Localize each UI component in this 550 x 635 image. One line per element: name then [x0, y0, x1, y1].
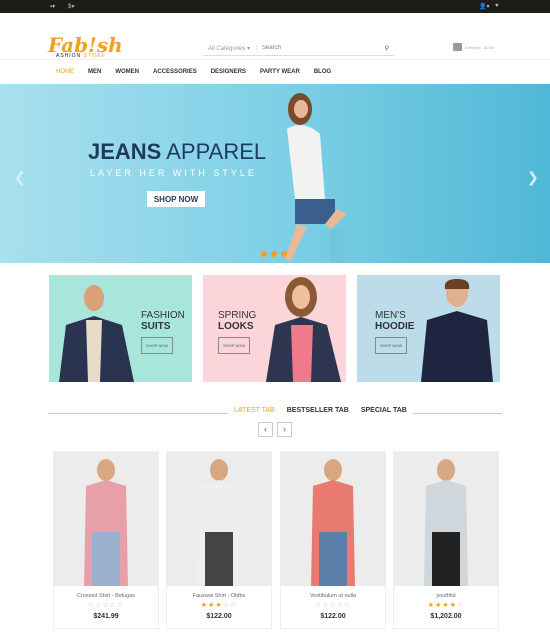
product-image[interactable] — [54, 452, 158, 586]
search-input[interactable] — [257, 45, 385, 51]
banner-mens-hoodie[interactable]: MEN'S HOODIE SHOP NOW — [357, 275, 500, 382]
category-select[interactable]: All Categories ▾ — [203, 44, 257, 52]
nav-designers[interactable]: DESIGNERS — [211, 69, 246, 75]
product-name[interactable]: Crossed Shirt - Belugas — [54, 593, 158, 599]
language-selector[interactable]: ▪▾ — [50, 3, 55, 10]
tab-latest[interactable]: LATEST TAB — [232, 407, 277, 414]
search-bar: All Categories ▾ ⚲ — [203, 41, 395, 56]
next-products-button[interactable]: › — [277, 422, 292, 437]
product-card[interactable]: youthful ★★★★☆ $1,202.00 — [393, 451, 499, 629]
hero-subtitle: LAYER HER WITH STYLE — [90, 168, 257, 178]
prev-products-button[interactable]: ‹ — [258, 422, 273, 437]
banner-fashion-suits[interactable]: FASHION SUITS SHOP NOW — [49, 275, 192, 382]
nav-accessories[interactable]: ACCESSORIES — [153, 69, 197, 75]
hero-title: JEANS APPAREL — [88, 139, 267, 164]
prev-slide-icon[interactable]: ❮ — [14, 169, 26, 186]
banner-image — [421, 279, 493, 382]
nav-blog[interactable]: BLOG — [314, 69, 331, 75]
logo[interactable]: Fab!sh ASHION STORE — [48, 33, 123, 59]
product-price: $122.00 — [206, 613, 232, 620]
hero-model-image — [285, 93, 347, 263]
product-image[interactable] — [394, 452, 498, 586]
banner-image — [59, 285, 134, 382]
product-tabs: LATEST TAB BESTSELLER TAB SPECIAL TAB — [48, 405, 502, 421]
product-name[interactable]: Fauxwai Shirt - Oldbs — [167, 593, 271, 599]
tab-special[interactable]: SPECIAL TAB — [359, 407, 409, 414]
product-rating: ☆☆☆☆☆ — [87, 602, 125, 609]
product-name[interactable]: youthful — [394, 593, 498, 599]
shop-now-button[interactable]: SHOP NOW — [147, 191, 205, 207]
header: Fab!shASHION STORE All Categories ▾ ⚲ 0 … — [0, 13, 550, 60]
shop-now-button[interactable]: SHOP NOW — [141, 337, 174, 354]
nav-party-wear[interactable]: PARTY WEAR — [260, 69, 300, 75]
cart-icon — [453, 43, 462, 51]
product-card[interactable]: Fauxwai Shirt - Oldbs ★★★☆☆ $122.00 — [166, 451, 272, 629]
product-price: $1,202.00 — [430, 613, 462, 620]
product-card[interactable]: Vestibulum ut nulla ☆☆☆☆☆ $122.00 — [280, 451, 386, 629]
search-icon[interactable]: ⚲ — [385, 45, 395, 52]
shop-now-button[interactable]: SHOP NOW — [375, 337, 408, 354]
tab-bestseller[interactable]: BESTSELLER TAB — [285, 407, 351, 414]
hero-slider: ❮ ❯ JEANS APPAREL LAYER HER WITH STYLE S… — [0, 84, 550, 263]
slider-dots[interactable] — [261, 251, 287, 257]
product-rating: ★★★☆☆ — [200, 602, 238, 609]
nav-men[interactable]: MEN — [88, 69, 101, 75]
product-rating: ☆☆☆☆☆ — [314, 602, 352, 609]
banner-image — [266, 277, 341, 382]
wishlist-icon[interactable]: ♥ — [495, 3, 499, 9]
product-image[interactable] — [281, 452, 385, 586]
nav-women[interactable]: WOMEN — [115, 69, 139, 75]
product-card[interactable]: Crossed Shirt - Belugas ☆☆☆☆☆ $241.99 — [53, 451, 159, 629]
banner-spring-looks[interactable]: SPRING LOOKS SHOP NOW — [203, 275, 346, 382]
product-price: $122.00 — [320, 613, 346, 620]
cart-button[interactable]: 0 item(s) - $0.00 — [453, 43, 494, 51]
nav-home[interactable]: HOME — [56, 69, 74, 75]
main-nav: HOME MEN WOMEN ACCESSORIES DESIGNERS PAR… — [0, 60, 550, 84]
currency-selector[interactable]: $▾ — [68, 3, 74, 10]
account-icon[interactable]: 👤▾ — [479, 3, 489, 10]
product-name[interactable]: Vestibulum ut nulla — [281, 593, 385, 599]
product-image[interactable] — [167, 452, 271, 586]
top-bar: ▪▾ $▾ 👤▾ ♥ — [0, 0, 550, 13]
shop-now-button[interactable]: SHOP NOW — [218, 337, 251, 354]
product-rating: ★★★★☆ — [427, 602, 465, 609]
product-price: $241.99 — [93, 613, 119, 620]
next-slide-icon[interactable]: ❯ — [527, 169, 539, 186]
